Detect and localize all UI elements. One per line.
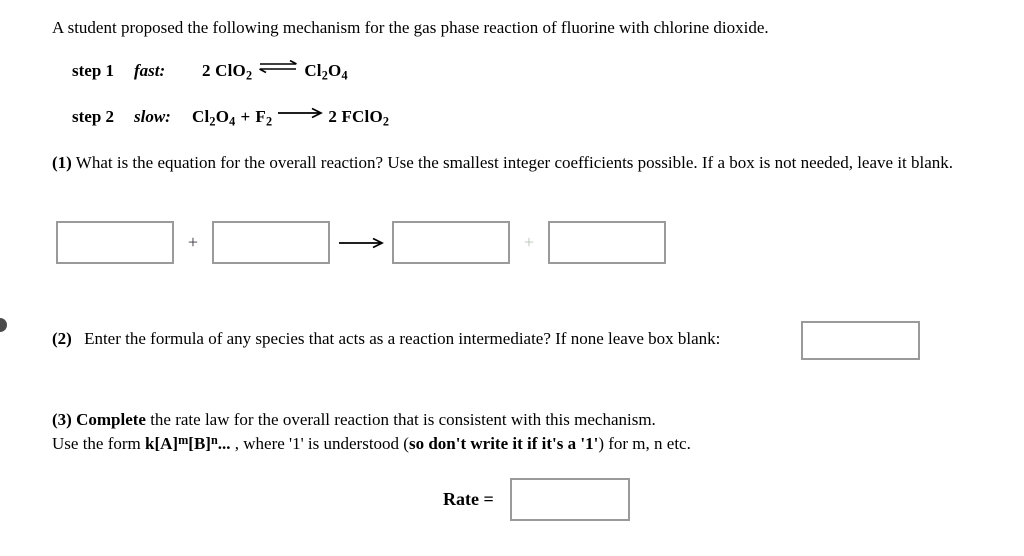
rate-answer-row: Rate = (443, 478, 630, 521)
question-2-text: (2) Enter the formula of any species tha… (52, 328, 720, 349)
answer-box-reactant-1[interactable] (56, 221, 174, 264)
intro-text: A student proposed the following mechani… (52, 18, 769, 37)
question-3-number: (3) (52, 410, 72, 429)
step-1-reactant: 2 ClO2 (202, 61, 253, 83)
question-3-line-2-bold: so don't write it if it's a '1' (408, 434, 599, 454)
question-1-text: (1) What is the equation for the overall… (52, 152, 1002, 173)
yields-arrow-icon (330, 237, 392, 249)
question-1-number: (1) (52, 153, 72, 172)
mechanism-step-1: step 1 fast: 2 ClO2 Cl2O4 (72, 58, 348, 86)
question-3-text: (3) Complete the rate law for the overal… (52, 409, 1012, 454)
step-2-label: step 2 (72, 107, 115, 126)
rate-law-form: k[A]m[B]n... (145, 433, 231, 454)
plus-separator-1: + (187, 232, 199, 252)
question-2-prompt: Enter the formula of any species that ac… (84, 329, 721, 348)
question-3-line-2-a: Use the form (52, 434, 146, 454)
page-edge-artifact (0, 318, 7, 332)
rate-law-exponent-n: n (210, 433, 218, 447)
mechanism-step-2: step 2 slow: Cl2O4 + F2 2 FClO2 (72, 106, 389, 132)
answer-box-rate-law[interactable] (509, 478, 630, 521)
rate-law-exponent-m: m (178, 433, 189, 447)
rate-law-ellipsis: ... (217, 434, 231, 454)
answer-box-intermediate[interactable] (801, 321, 920, 360)
rate-law-b: [B] (188, 434, 211, 454)
step-1-equation: 2 ClO2 Cl2O4 (202, 58, 348, 86)
question-3-bold-lead: Complete (76, 410, 146, 429)
step-1-speed: fast: (134, 61, 166, 80)
rate-label: Rate = (443, 489, 494, 509)
question-3-line-2: Use the form k[A]m[B]n... , where '1' is… (52, 430, 1012, 454)
step-1-product: Cl2O4 (304, 61, 348, 83)
question-3-line-1-rest: the rate law for the overall reaction th… (145, 410, 656, 429)
rate-law-k-a: k[A] (145, 434, 179, 454)
question-2-number: (2) (52, 329, 72, 348)
answer-box-product-1[interactable] (392, 221, 510, 264)
question-3-line-2-c: ) for m, n etc. (598, 434, 691, 454)
plus-separator-2: + (523, 232, 535, 252)
step-2-equation: Cl2O4 + F2 2 FClO2 (192, 106, 389, 132)
step-2-product: 2 FClO2 (328, 107, 390, 129)
question-1-prompt: What is the equation for the overall rea… (75, 153, 954, 172)
question-3-line-1: (3) Complete the rate law for the overal… (52, 410, 656, 429)
question-3-line-2-b: , where '1' is understood ( (230, 434, 409, 454)
worksheet-page: A student proposed the following mechani… (0, 0, 1024, 556)
step-2-reactants: Cl2O4 + F2 (192, 107, 273, 129)
step-2-speed: slow: (134, 107, 171, 126)
answer-box-product-2[interactable] (548, 221, 666, 264)
answer-box-reactant-2[interactable] (212, 221, 330, 264)
equilibrium-arrow-icon (257, 58, 299, 74)
reaction-arrow-icon (277, 103, 324, 119)
step-1-label: step 1 (72, 61, 115, 80)
question-1-answer-row: + + (56, 221, 666, 264)
